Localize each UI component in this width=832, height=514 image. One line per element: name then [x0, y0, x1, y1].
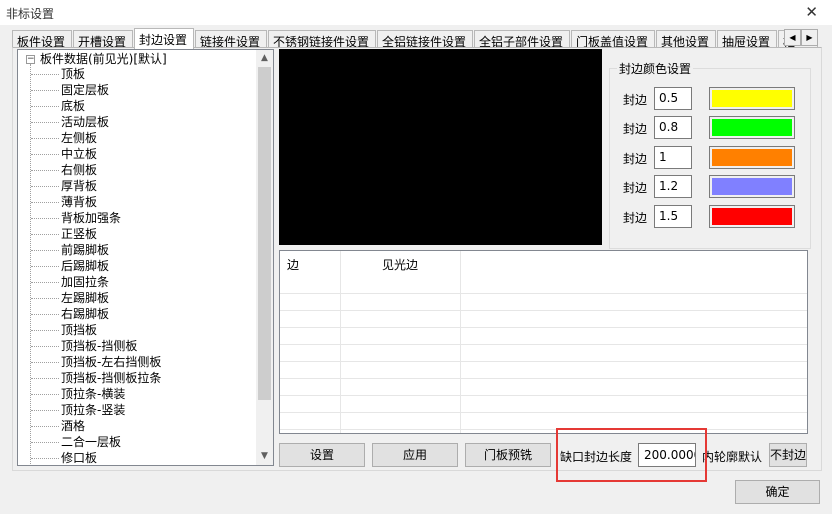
tab-edge-settings[interactable]: 封边设置 [134, 28, 194, 49]
tree-item[interactable]: 薄背板 [31, 194, 97, 210]
close-icon[interactable]: ✕ [805, 3, 818, 21]
tab-drawer-settings[interactable]: 抽屉设置 [717, 30, 777, 49]
edge-thickness-field[interactable]: 1.5 [654, 205, 692, 228]
grid-row-line [280, 293, 807, 294]
tree-root-label: 板件数据(前见光)[默认] [40, 52, 167, 66]
color-swatch-button[interactable] [709, 205, 795, 228]
tree-item[interactable]: 厚背板 [31, 178, 97, 194]
scroll-thumb[interactable] [258, 67, 271, 400]
tree-root[interactable]: − 板件数据(前见光)[默认] [26, 51, 167, 67]
grid-row-line [280, 310, 807, 311]
tree-item[interactable]: 顶挡板-左右挡侧板 [31, 354, 161, 370]
tab-scroll: ◀ ▶ [784, 29, 818, 46]
tree-item[interactable]: 顶拉条-竖装 [31, 402, 125, 418]
tab-groove-settings[interactable]: 开槽设置 [73, 30, 133, 49]
tab-connector-settings[interactable]: 链接件设置 [195, 30, 267, 49]
inner-outline-default-label: 内轮廓默认 [702, 450, 763, 464]
tree-item[interactable]: 后踢脚板 [31, 258, 109, 274]
title-bar: 非标设置 ✕ [0, 0, 832, 26]
edge-thickness-field[interactable]: 0.5 [654, 87, 692, 110]
no-edge-button[interactable]: 不封边 [769, 443, 807, 467]
door-mill-button[interactable]: 门板预铣 [465, 443, 551, 467]
tab-aluminum-subpart-settings[interactable]: 全铝子部件设置 [474, 30, 570, 49]
edge-label: 封边 [623, 122, 648, 136]
tree-item[interactable]: 底板 [31, 98, 85, 114]
color-swatch [712, 149, 792, 166]
tree-item[interactable]: 右侧板 [31, 162, 97, 178]
ok-button[interactable]: 确定 [735, 480, 820, 504]
grid-row-line [280, 429, 807, 430]
edge-thickness-field[interactable]: 1.2 [654, 175, 692, 198]
color-swatch-button[interactable] [709, 116, 795, 139]
edge-thickness-field[interactable]: 0.8 [654, 116, 692, 139]
grid-row-line [280, 327, 807, 328]
tree-item[interactable]: 右踢脚板 [31, 306, 109, 322]
color-swatch-button[interactable] [709, 87, 795, 110]
color-swatch-button[interactable] [709, 146, 795, 169]
edge-label: 封边 [623, 93, 648, 107]
tree-item[interactable]: 左侧板 [31, 130, 97, 146]
grid-column-divider [340, 251, 341, 433]
tree-item[interactable]: 前踢脚板 [31, 242, 109, 258]
tree-item[interactable]: 顶挡板-挡侧板拉条 [31, 370, 161, 386]
tree-item[interactable]: 中立板 [31, 146, 97, 162]
apply-button[interactable]: 应用 [372, 443, 458, 467]
tree-item[interactable]: 活动层板 [31, 114, 109, 130]
tree-item[interactable]: 修口板 [31, 450, 97, 465]
tree-scrollbar[interactable]: ▲ ▼ [256, 50, 273, 465]
tree-item[interactable]: 固定层板 [31, 82, 109, 98]
grid-row-line [280, 412, 807, 413]
tab-scroll-left-icon[interactable]: ◀ [784, 29, 801, 46]
tree-item[interactable]: 正竖板 [31, 226, 97, 242]
edge-color-legend: 封边颜色设置 [617, 60, 694, 77]
tab-panel-settings[interactable]: 板件设置 [12, 30, 72, 49]
edge-grid[interactable]: 边 见光边 [279, 250, 808, 434]
panel-tree[interactable]: − 板件数据(前见光)[默认] 顶板 固定层板 底板 活动层板 左侧板 中立板 右… [17, 49, 274, 466]
tab-stainless-connector-settings[interactable]: 不锈钢链接件设置 [268, 30, 376, 49]
grid-column-divider [460, 251, 461, 433]
grid-row-line [280, 361, 807, 362]
tree-item[interactable]: 左踢脚板 [31, 290, 109, 306]
grid-row-line [280, 378, 807, 379]
tab-strip: 板件设置 开槽设置 封边设置 链接件设置 不锈钢链接件设置 全铝链接件设置 全铝… [12, 28, 818, 49]
tree-item[interactable]: 顶拉条-横装 [31, 386, 125, 402]
grid-row-line [280, 344, 807, 345]
tree-item[interactable]: 酒格 [31, 418, 85, 434]
grid-header-visible-edge[interactable]: 见光边 [382, 251, 418, 278]
grid-row-line [280, 395, 807, 396]
scroll-down-icon[interactable]: ▼ [256, 448, 273, 465]
tree-item[interactable]: 顶板 [31, 66, 85, 82]
collapse-icon[interactable]: − [26, 55, 35, 64]
color-swatch [712, 90, 792, 107]
tree-item[interactable]: 加固拉条 [31, 274, 109, 290]
highlight-box [556, 428, 707, 482]
settings-button[interactable]: 设置 [279, 443, 365, 467]
preview-canvas [279, 49, 602, 245]
tab-door-cover-settings[interactable]: 门板盖值设置 [571, 30, 655, 49]
tree-item[interactable]: 二合一层板 [31, 434, 121, 450]
color-swatch [712, 208, 792, 225]
tab-aluminum-connector-settings[interactable]: 全铝链接件设置 [377, 30, 473, 49]
edge-thickness-field[interactable]: 1 [654, 146, 692, 169]
edge-color-group: 封边颜色设置 封边 0.5 封边 0.8 封边 1 封边 1.2 封边 1.5 [609, 60, 811, 249]
color-swatch [712, 178, 792, 195]
color-swatch-button[interactable] [709, 175, 795, 198]
color-swatch [712, 119, 792, 136]
window-title: 非标设置 [6, 7, 55, 21]
grid-header-edge[interactable]: 边 [287, 251, 299, 278]
tab-scroll-right-icon[interactable]: ▶ [801, 29, 818, 46]
edge-label: 封边 [623, 181, 648, 195]
edge-label: 封边 [623, 211, 648, 225]
tree-item[interactable]: 背板加强条 [31, 210, 121, 226]
scroll-up-icon[interactable]: ▲ [256, 50, 273, 67]
tree-item[interactable]: 顶挡板-挡侧板 [31, 338, 137, 354]
tree-item[interactable]: 顶挡板 [31, 322, 97, 338]
tab-other-settings[interactable]: 其他设置 [656, 30, 716, 49]
edge-label: 封边 [623, 152, 648, 166]
